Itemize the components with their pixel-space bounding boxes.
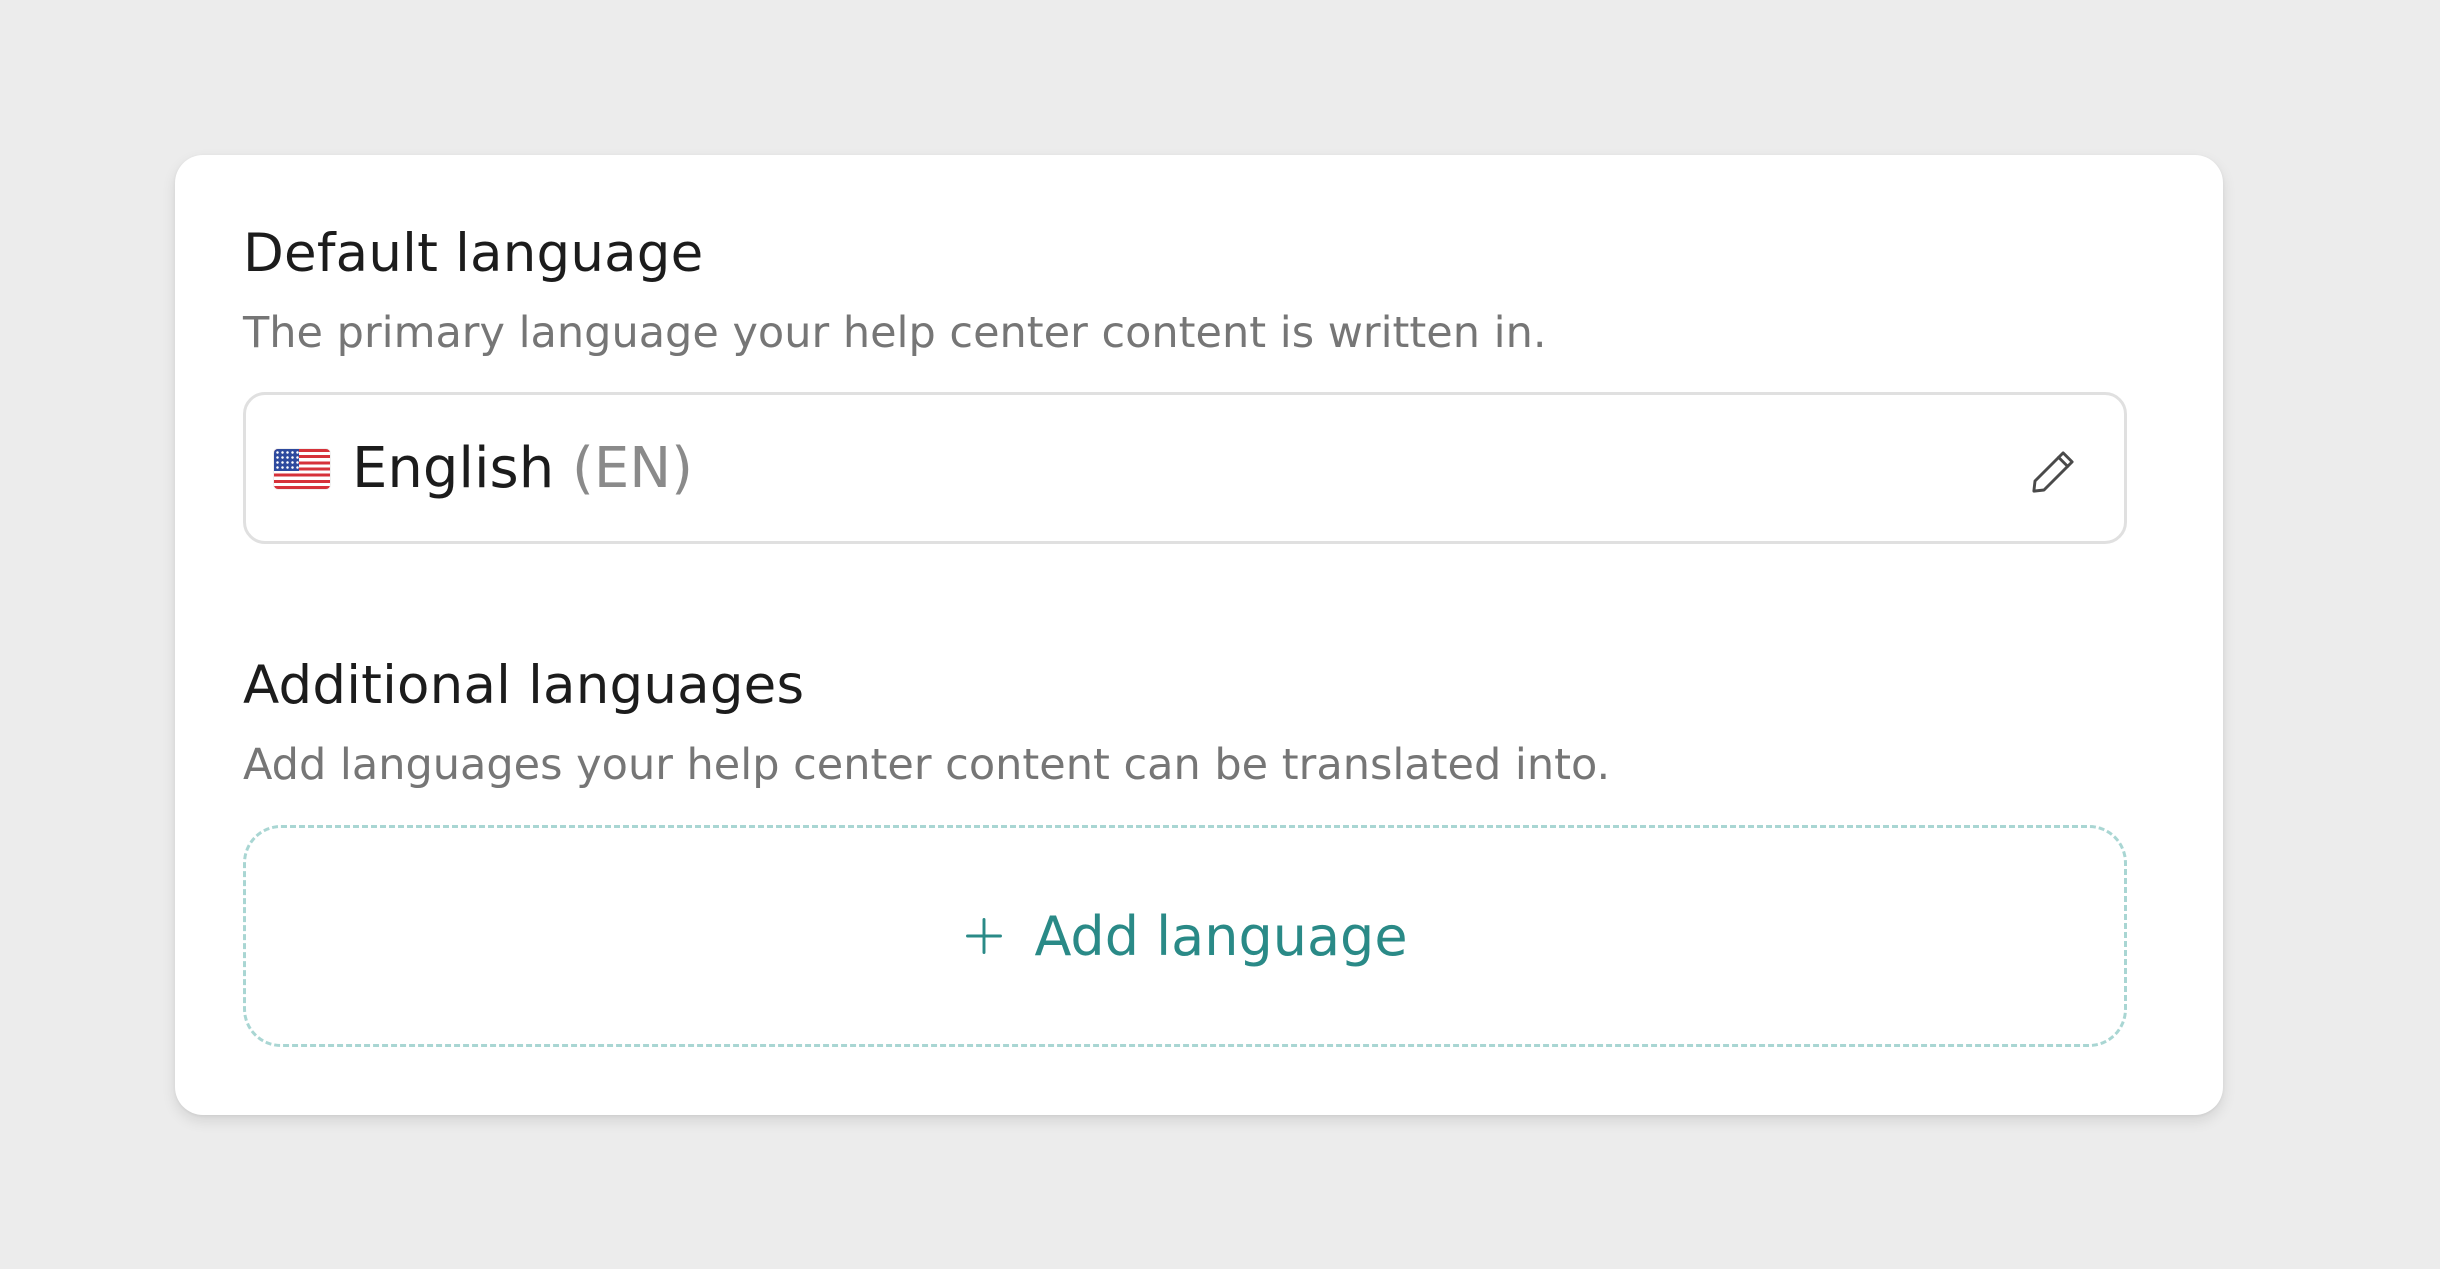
additional-languages-description: Add languages your help center content c… xyxy=(243,740,1611,790)
language-code: (EN) xyxy=(572,436,693,501)
language-settings-card: Default language The primary language yo… xyxy=(175,155,2223,1115)
language-name: English xyxy=(352,436,555,501)
add-language-button[interactable]: Add language xyxy=(243,825,2127,1047)
additional-languages-title: Additional languages xyxy=(243,655,805,716)
default-language-description: The primary language your help center co… xyxy=(243,308,1547,358)
default-language-value: English (EN) xyxy=(352,435,693,502)
add-language-content: Add language xyxy=(246,828,2124,1044)
default-language-field[interactable]: English (EN) xyxy=(243,392,2127,544)
pencil-icon[interactable] xyxy=(2026,445,2080,499)
default-language-title: Default language xyxy=(243,223,704,284)
plus-icon xyxy=(966,918,1003,954)
us-flag-icon xyxy=(274,449,330,489)
add-language-label: Add language xyxy=(1034,904,1408,968)
